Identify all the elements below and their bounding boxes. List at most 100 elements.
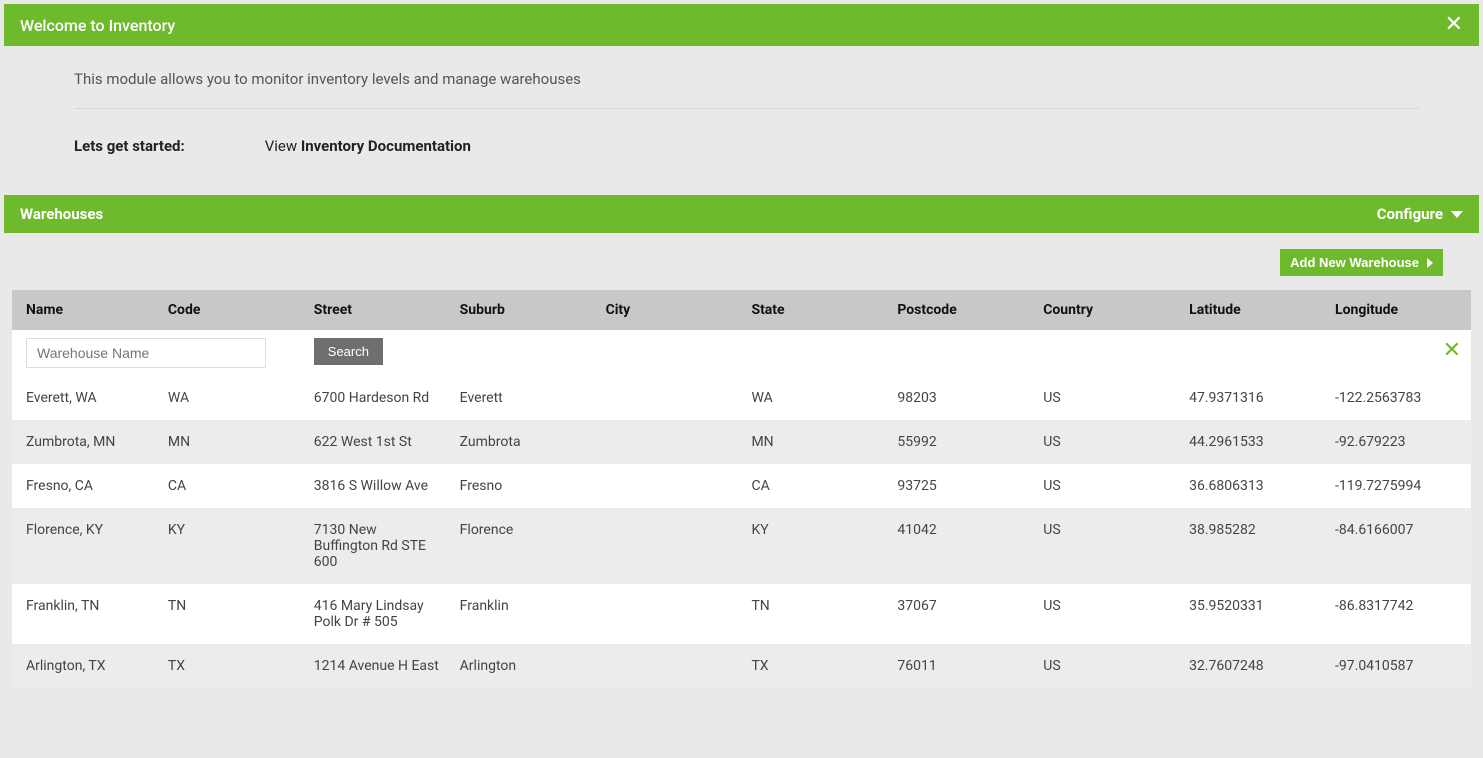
- col-name[interactable]: Name: [12, 290, 158, 330]
- cell-suburb: Fresno: [450, 464, 596, 508]
- cell-postcode: 41042: [887, 508, 1033, 584]
- add-warehouse-button[interactable]: Add New Warehouse: [1280, 249, 1443, 276]
- cell-longitude: -97.0410587: [1325, 644, 1471, 688]
- cell-postcode: 37067: [887, 584, 1033, 644]
- col-state[interactable]: State: [741, 290, 887, 330]
- table-header-row: Name Code Street Suburb City State Postc…: [12, 290, 1471, 330]
- welcome-header: Welcome to Inventory ✕: [4, 4, 1479, 46]
- table-row[interactable]: Fresno, CACA3816 S Willow AveFresnoCA937…: [12, 464, 1471, 508]
- search-row: Search ✕: [12, 330, 1471, 376]
- cell-state: KY: [741, 508, 887, 584]
- cell-code: TN: [158, 584, 304, 644]
- search-button[interactable]: Search: [314, 338, 383, 365]
- cell-latitude: 35.9520331: [1179, 584, 1325, 644]
- col-street[interactable]: Street: [304, 290, 450, 330]
- cell-suburb: Arlington: [450, 644, 596, 688]
- cell-longitude: -92.679223: [1325, 420, 1471, 464]
- cell-latitude: 44.2961533: [1179, 420, 1325, 464]
- cell-latitude: 32.7607248: [1179, 644, 1325, 688]
- view-text: View: [265, 137, 301, 155]
- cell-suburb: Everett: [450, 376, 596, 420]
- search-input[interactable]: [26, 338, 266, 368]
- cell-state: TX: [741, 644, 887, 688]
- cell-state: CA: [741, 464, 887, 508]
- chevron-right-icon: [1427, 258, 1433, 268]
- col-code[interactable]: Code: [158, 290, 304, 330]
- cell-country: US: [1033, 376, 1179, 420]
- documentation-link[interactable]: View Inventory Documentation: [265, 137, 471, 155]
- cell-city: [596, 464, 742, 508]
- col-suburb[interactable]: Suburb: [450, 290, 596, 330]
- cell-name: Arlington, TX: [12, 644, 158, 688]
- warehouses-table: Name Code Street Suburb City State Postc…: [12, 290, 1471, 688]
- cell-longitude: -119.7275994: [1325, 464, 1471, 508]
- welcome-body: This module allows you to monitor invent…: [4, 46, 1479, 179]
- cell-longitude: -86.8317742: [1325, 584, 1471, 644]
- cell-country: US: [1033, 464, 1179, 508]
- cell-country: US: [1033, 584, 1179, 644]
- table-row[interactable]: Everett, WAWA6700 Hardeson RdEverettWA98…: [12, 376, 1471, 420]
- cell-latitude: 38.985282: [1179, 508, 1325, 584]
- chevron-down-icon: [1451, 211, 1463, 218]
- cell-latitude: 36.6806313: [1179, 464, 1325, 508]
- cell-longitude: -122.2563783: [1325, 376, 1471, 420]
- cell-street: 6700 Hardeson Rd: [304, 376, 450, 420]
- configure-label: Configure: [1377, 205, 1443, 223]
- close-icon[interactable]: ✕: [1445, 14, 1463, 36]
- cell-latitude: 47.9371316: [1179, 376, 1325, 420]
- clear-search-icon[interactable]: ✕: [1335, 338, 1461, 363]
- cell-code: WA: [158, 376, 304, 420]
- cell-country: US: [1033, 420, 1179, 464]
- cell-city: [596, 644, 742, 688]
- cell-state: WA: [741, 376, 887, 420]
- col-latitude[interactable]: Latitude: [1179, 290, 1325, 330]
- warehouses-section: Warehouses Configure Add New Warehouse: [4, 195, 1479, 696]
- table-row[interactable]: Arlington, TXTX1214 Avenue H EastArlingt…: [12, 644, 1471, 688]
- cell-postcode: 93725: [887, 464, 1033, 508]
- cell-code: MN: [158, 420, 304, 464]
- col-country[interactable]: Country: [1033, 290, 1179, 330]
- get-started-label: Lets get started:: [74, 137, 185, 155]
- cell-state: MN: [741, 420, 887, 464]
- cell-country: US: [1033, 508, 1179, 584]
- cell-name: Fresno, CA: [12, 464, 158, 508]
- cell-name: Franklin, TN: [12, 584, 158, 644]
- col-city[interactable]: City: [596, 290, 742, 330]
- cell-street: 622 West 1st St: [304, 420, 450, 464]
- cell-city: [596, 508, 742, 584]
- cell-street: 1214 Avenue H East: [304, 644, 450, 688]
- cell-suburb: Florence: [450, 508, 596, 584]
- cell-city: [596, 420, 742, 464]
- welcome-description: This module allows you to monitor invent…: [74, 70, 1419, 109]
- welcome-title: Welcome to Inventory: [20, 16, 175, 35]
- cell-name: Florence, KY: [12, 508, 158, 584]
- table-row[interactable]: Florence, KYKY7130 New Buffington Rd STE…: [12, 508, 1471, 584]
- col-longitude[interactable]: Longitude: [1325, 290, 1471, 330]
- warehouses-header: Warehouses Configure: [4, 195, 1479, 233]
- cell-longitude: -84.6166007: [1325, 508, 1471, 584]
- cell-postcode: 55992: [887, 420, 1033, 464]
- cell-code: KY: [158, 508, 304, 584]
- configure-button[interactable]: Configure: [1377, 205, 1463, 223]
- welcome-panel: Welcome to Inventory ✕ This module allow…: [4, 4, 1479, 179]
- cell-postcode: 98203: [887, 376, 1033, 420]
- action-bar: Add New Warehouse: [4, 233, 1479, 290]
- cell-state: TN: [741, 584, 887, 644]
- cell-street: 416 Mary Lindsay Polk Dr # 505: [304, 584, 450, 644]
- cell-country: US: [1033, 644, 1179, 688]
- cell-street: 7130 New Buffington Rd STE 600: [304, 508, 450, 584]
- table-row[interactable]: Franklin, TNTN416 Mary Lindsay Polk Dr #…: [12, 584, 1471, 644]
- add-warehouse-label: Add New Warehouse: [1290, 255, 1419, 270]
- get-started-row: Lets get started: View Inventory Documen…: [74, 137, 1419, 155]
- cell-suburb: Zumbrota: [450, 420, 596, 464]
- cell-suburb: Franklin: [450, 584, 596, 644]
- cell-name: Everett, WA: [12, 376, 158, 420]
- cell-street: 3816 S Willow Ave: [304, 464, 450, 508]
- col-postcode[interactable]: Postcode: [887, 290, 1033, 330]
- warehouses-title: Warehouses: [20, 205, 103, 223]
- cell-code: TX: [158, 644, 304, 688]
- cell-name: Zumbrota, MN: [12, 420, 158, 464]
- cell-city: [596, 376, 742, 420]
- doc-text: Inventory Documentation: [301, 137, 471, 155]
- table-row[interactable]: Zumbrota, MNMN622 West 1st StZumbrotaMN5…: [12, 420, 1471, 464]
